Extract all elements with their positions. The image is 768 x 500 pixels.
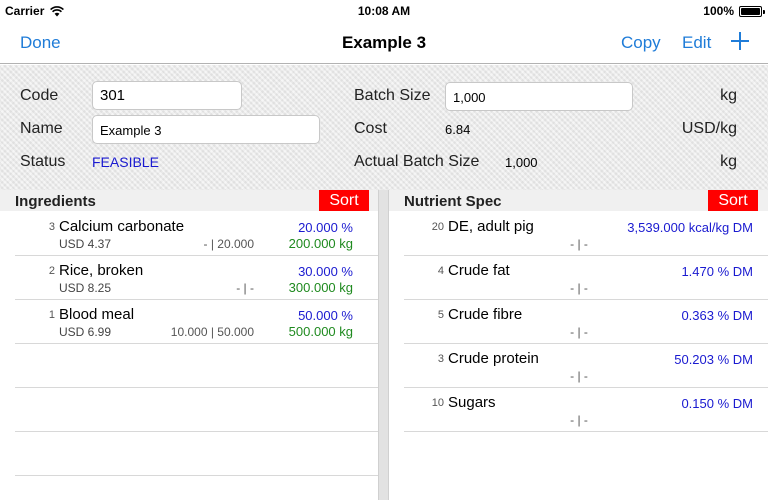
ingredient-percent: 20.000 % (298, 220, 353, 235)
nutrient-row[interactable]: 4 Crude fat - | - 1.470 % DM (404, 256, 768, 300)
status-value: FEASIBLE (92, 154, 159, 170)
panel-divider (378, 190, 389, 500)
ingredient-row[interactable]: 3 Calcium carbonate USD 4.37 - | 20.000 … (15, 212, 378, 256)
empty-row (15, 344, 378, 388)
nutrient-name: Crude fibre (448, 306, 523, 323)
nutrient-row[interactable]: 20 DE, adult pig - | - 3,539.000 kcal/kg… (404, 212, 768, 256)
nutrient-row[interactable]: 10 Sugars - | - 0.150 % DM (404, 388, 768, 432)
ingredient-name: Calcium carbonate (59, 218, 185, 235)
nutrient-spec-header: Nutrient Spec Sort (389, 190, 768, 211)
name-input[interactable]: Example 3 (92, 115, 320, 144)
ingredients-header: Ingredients Sort (0, 190, 378, 211)
actual-batch-size-value: 1,000 (505, 155, 538, 170)
ingredient-percent: 30.000 % (298, 264, 353, 279)
add-icon[interactable] (729, 30, 751, 52)
status-time: 10:08 AM (357, 4, 411, 18)
empty-row (15, 432, 378, 476)
edit-button[interactable]: Edit (682, 33, 711, 53)
cost-label: Cost (354, 120, 387, 137)
ingredient-price: USD 4.37 (59, 237, 112, 251)
empty-row (15, 388, 378, 432)
nutrient-limits: - | - (570, 413, 588, 427)
ingredients-title: Ingredients (15, 193, 96, 210)
batch-size-unit: kg (720, 87, 737, 104)
nutrient-spec-panel: Nutrient Spec Sort 20 DE, adult pig - | … (389, 190, 768, 500)
copy-button[interactable]: Copy (621, 33, 661, 53)
ingredient-price: USD 8.25 (59, 281, 112, 295)
cost-unit: USD/kg (681, 120, 737, 137)
batch-size-label: Batch Size (354, 87, 431, 104)
battery-icon (739, 5, 765, 17)
ingredients-panel: Ingredients Sort 3 Calcium carbonate USD… (0, 190, 378, 500)
ingredient-price: USD 6.99 (59, 325, 112, 339)
code-label: Code (20, 87, 59, 104)
ingredient-kg: 300.000 kg (288, 280, 353, 295)
nutrient-index: 20 (431, 221, 444, 233)
nutrient-name: Crude protein (448, 350, 539, 367)
actual-batch-size-unit: kg (720, 153, 737, 170)
nutrient-index: 3 (437, 353, 444, 365)
nutrient-name: Crude fat (448, 262, 510, 279)
nutrient-value: 0.363 % DM (681, 308, 753, 323)
actual-batch-size-label: Actual Batch Size (354, 153, 480, 170)
batch-size-input[interactable]: 1,000 (445, 82, 633, 111)
ingredient-kg: 200.000 kg (288, 236, 353, 251)
nutrient-limits: - | - (570, 237, 588, 251)
ingredient-row[interactable]: 1 Blood meal USD 6.99 10.000 | 50.000 50… (15, 300, 378, 344)
nutrient-index: 10 (431, 397, 444, 409)
ingredient-limits: 10.000 | 50.000 (170, 325, 254, 339)
nutrient-limits: - | - (570, 325, 588, 339)
ingredient-index: 1 (48, 309, 55, 321)
formula-header: Code 301 Name Example 3 Status FEASIBLE … (0, 65, 768, 190)
status-label: Status (20, 153, 66, 170)
ingredient-index: 2 (48, 265, 55, 277)
nutrient-value: 0.150 % DM (681, 396, 753, 411)
nutrient-spec-title: Nutrient Spec (404, 193, 502, 210)
ingredient-index: 3 (48, 221, 55, 233)
cost-value: 6.84 (445, 122, 471, 137)
nutrient-name: Sugars (448, 394, 496, 411)
navigation-bar: Done Example 3 Copy Edit (0, 20, 768, 64)
nutrient-value: 1.470 % DM (681, 264, 753, 279)
nutrient-sort-button[interactable]: Sort (708, 190, 758, 211)
ingredient-limits: - | 20.000 (203, 237, 254, 251)
nutrient-value: 3,539.000 kcal/kg DM (627, 220, 753, 235)
name-label: Name (20, 120, 63, 137)
nutrient-value: 50.203 % DM (674, 352, 753, 367)
status-bar: Carrier 10:08 AM 100% (0, 0, 768, 20)
code-input[interactable]: 301 (92, 81, 242, 110)
nutrient-index: 4 (437, 265, 444, 277)
nutrient-index: 5 (437, 309, 444, 321)
battery-percent: 100% (703, 4, 734, 18)
nutrient-limits: - | - (570, 369, 588, 383)
nutrient-row[interactable]: 3 Crude protein - | - 50.203 % DM (404, 344, 768, 388)
ingredient-row[interactable]: 2 Rice, broken USD 8.25 - | - 30.000 % 3… (15, 256, 378, 300)
nutrient-name: DE, adult pig (448, 218, 534, 235)
nutrient-limits: - | - (570, 281, 588, 295)
ingredient-percent: 50.000 % (298, 308, 353, 323)
nutrient-row[interactable]: 5 Crude fibre - | - 0.363 % DM (404, 300, 768, 344)
ingredients-sort-button[interactable]: Sort (319, 190, 369, 211)
ingredient-limits: - | - (236, 281, 254, 295)
ingredient-kg: 500.000 kg (288, 324, 353, 339)
ingredient-name: Rice, broken (59, 262, 144, 279)
ingredient-name: Blood meal (59, 306, 135, 323)
